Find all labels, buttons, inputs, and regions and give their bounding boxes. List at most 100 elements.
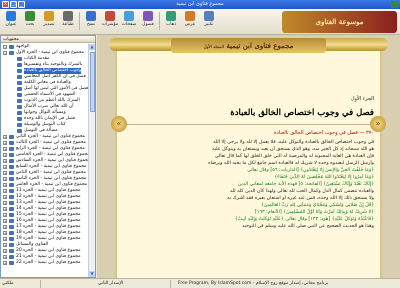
toolbar-button[interactable]: طباعة — [59, 11, 77, 27]
expand-icon[interactable]: + — [3, 213, 7, 217]
divider — [127, 124, 374, 125]
toolbar-button[interactable]: فصول — [139, 11, 157, 27]
paragraph-title: ٣٧٠ — فصل في وجوب اختصاص الخالق بالعبادة — [127, 130, 374, 136]
book-icon — [9, 201, 14, 205]
toolbar-button[interactable]: عنوان — [2, 11, 20, 27]
quran-verse-line: ﴿لَا شَرِيكَ لَهُ وَبِذَلِكَ أُمِرْتُ وَ… — [254, 210, 374, 215]
expand-icon[interactable]: + — [3, 195, 7, 199]
book-icon — [9, 45, 14, 49]
book-icon — [17, 63, 22, 67]
book-icon — [9, 195, 14, 199]
expand-icon[interactable]: + — [3, 189, 7, 193]
search-icon — [25, 11, 35, 21]
toolbar-separator — [159, 12, 160, 30]
sidebar-scrollbar[interactable]: ▲ ▼ — [88, 44, 95, 277]
contents-tree: − الواجهة − مجموع فتاوى ابن تيمية - الجزء ا… — [1, 44, 89, 277]
scroll-down-icon[interactable]: ▼ — [89, 271, 95, 277]
section-label: الجزء الأول — [350, 96, 374, 102]
expand-icon[interactable]: + — [3, 201, 7, 205]
book-icon — [9, 159, 14, 163]
window-title: مجموع فتاوى ابن تيمية — [176, 1, 224, 7]
expand-icon[interactable]: + — [3, 135, 7, 139]
expand-icon[interactable]: + — [3, 261, 7, 265]
expand-icon[interactable]: + — [3, 171, 7, 175]
expand-icon[interactable]: + — [3, 249, 7, 253]
toolbar-button[interactable]: عرض — [181, 11, 199, 27]
next-page-icon[interactable]: » — [370, 116, 386, 132]
toolbar-button[interactable]: تكبير — [200, 11, 218, 27]
book-icon — [9, 189, 14, 193]
text-line: في وجوب اختصاص الخالق بالعبادة والتوكل ع… — [213, 140, 374, 145]
toolbar-button[interactable]: مؤشرات — [101, 11, 119, 27]
toolbar-button[interactable]: تصدير — [40, 11, 58, 27]
book-icon — [17, 111, 22, 115]
expand-icon[interactable]: + — [3, 177, 7, 181]
book-icon — [9, 243, 14, 247]
collapse-icon[interactable]: − — [3, 45, 7, 49]
export-icon — [44, 11, 54, 21]
status-bar: ملكتي الإصدار الثاني Free Program, By Is… — [0, 278, 400, 288]
quran-verse-line: ﴿وَمَا خَلَقْتُ الْجِنَّ وَالْإِنسَ إِلَ… — [247, 168, 374, 173]
text-line: والعبادة تتضمن كمال الذل وكمال الحب لله … — [229, 189, 374, 194]
book-icon — [9, 213, 14, 217]
quran-verse-line: ﴿إِيَّاكَ نَعْبُدُ وَإِيَّاكَ نَسْتَعِين… — [237, 182, 374, 187]
book-icon — [17, 81, 22, 85]
scroll-subtitle: المجلد الأول — [203, 44, 224, 49]
text-line: هو الله سبحانه إذ كل الخير منه، وهو الذي… — [212, 147, 374, 152]
expand-icon[interactable]: + — [3, 159, 7, 163]
book-icon — [17, 69, 22, 73]
book-icon — [9, 51, 14, 55]
expand-icon[interactable]: + — [3, 207, 7, 211]
text-line: ولا يستحق ذلك إلا الله وحده، فمن عبد غير… — [227, 196, 374, 201]
status-divider — [40, 280, 41, 288]
book-icon — [9, 183, 14, 187]
scroll-paper: الجزء الأول فصل في وجوب اختصاص الخالق با… — [115, 46, 382, 278]
book-icon — [9, 207, 14, 211]
quran-verse-line: ﴿وَمَا أُمِرُوا إِلَّا لِيَعْبُدُوا اللَ… — [274, 175, 374, 180]
app-icon — [391, 1, 398, 8]
tree-item[interactable]: + مجموع فتاوى ابن تيمية - الجزء 22 — [1, 260, 89, 266]
expand-icon[interactable]: + — [3, 237, 7, 241]
book-icon — [9, 153, 14, 157]
book-icon — [9, 225, 14, 229]
view-icon — [185, 11, 195, 21]
toolbar-button[interactable]: بحث — [21, 11, 39, 27]
bookmark-icon — [105, 11, 115, 21]
copy-icon — [86, 11, 96, 21]
scrollbar-thumb[interactable] — [90, 52, 95, 112]
scroll-up-icon[interactable]: ▲ — [89, 44, 95, 50]
book-icon — [17, 123, 22, 127]
expand-icon[interactable]: + — [3, 255, 7, 259]
status-left: ملكتي — [2, 281, 14, 286]
expand-icon[interactable]: + — [3, 231, 7, 235]
book-icon — [17, 117, 22, 121]
book-icon — [17, 129, 22, 133]
toolbar: عنوان بحث تصدير طباعة نسخ مؤشرات صفحات ف… — [0, 9, 400, 35]
chapter-heading: فصل في وجوب اختصاص الخالق بالعبادة — [230, 108, 374, 118]
expand-icon[interactable]: + — [3, 141, 7, 145]
sidebar: محتويات − الواجهة − مجموع فتاوى ابن تيمية -… — [0, 35, 96, 278]
expand-icon[interactable]: + — [3, 165, 7, 169]
quran-verse-line: ﴿فَاعْبُدْهُ وَتَوَكَّلْ عَلَيْهِ﴾ [هود:… — [234, 217, 374, 222]
tree-item-label: مجموع فتاوى ابن تيمية - الجزء 22 — [16, 260, 81, 265]
reading-pane: الجزء الأول فصل في وجوب اختصاص الخالق با… — [97, 35, 400, 278]
text-line: فإن العبادة هي الغاية المحبوبة له والمرض… — [214, 154, 374, 159]
previous-page-icon[interactable]: « — [111, 116, 127, 132]
app-banner: موسوعة الفتاوى — [282, 11, 397, 33]
pages-icon — [124, 11, 134, 21]
toolbar-button[interactable]: ذهاب — [162, 11, 180, 27]
book-icon — [17, 87, 22, 91]
book-icon — [9, 231, 14, 235]
expand-icon[interactable]: + — [3, 219, 7, 223]
status-divider — [170, 280, 171, 288]
text-line: وهذا هو الحديث الصحيح عن النبي صلى الله … — [242, 224, 374, 229]
expand-icon[interactable]: + — [3, 183, 7, 187]
chapters-icon — [143, 11, 153, 21]
expand-icon[interactable]: + — [3, 243, 7, 247]
expand-icon[interactable]: + — [3, 225, 7, 229]
toolbar-button[interactable]: صفحات — [120, 11, 138, 27]
collapse-icon[interactable]: − — [3, 51, 7, 55]
expand-icon[interactable]: + — [3, 153, 7, 157]
expand-icon[interactable]: + — [3, 147, 7, 151]
toolbar-button[interactable]: نسخ — [82, 11, 100, 27]
